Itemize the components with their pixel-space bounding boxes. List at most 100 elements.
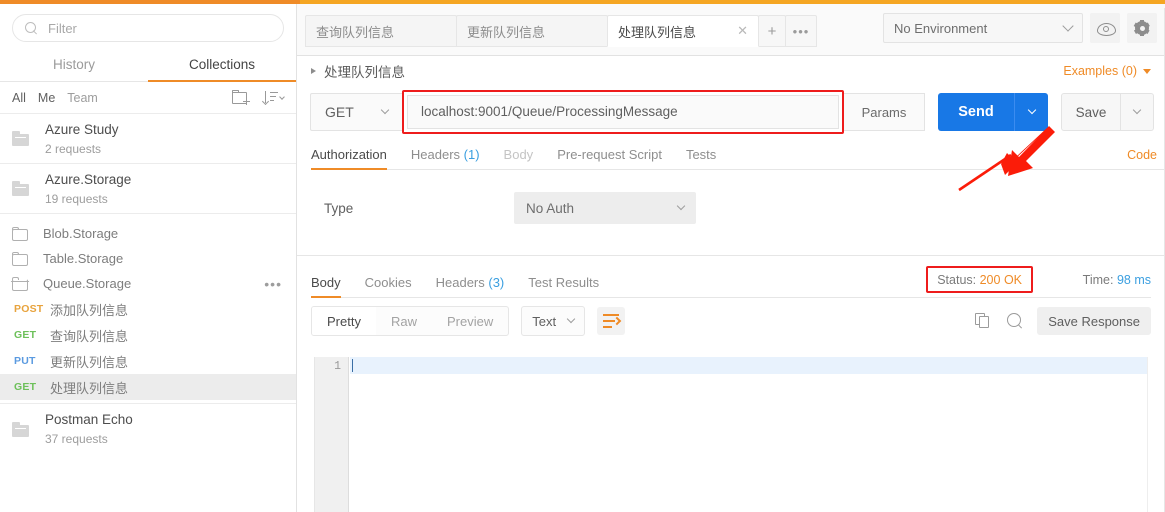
collection-item-postman-echo[interactable]: Postman Echo 37 requests bbox=[0, 404, 296, 454]
scope-me[interactable]: Me bbox=[38, 91, 55, 105]
tab-label: 更新队列信息 bbox=[467, 24, 546, 40]
tab-label: 查询队列信息 bbox=[316, 24, 395, 40]
authorization-pane: Type No Auth bbox=[297, 170, 1165, 256]
collection-request-count: 37 requests bbox=[45, 432, 108, 446]
response-toolbar-actions: Save Response bbox=[975, 307, 1151, 335]
request-section-tabs: Authorization Headers (1) Body Pre-reque… bbox=[297, 138, 1165, 170]
save-options-button[interactable] bbox=[1121, 93, 1154, 131]
new-folder-button[interactable] bbox=[232, 90, 264, 105]
filter-box[interactable] bbox=[12, 14, 284, 42]
open-tab-processing-queue-message[interactable]: 处理队列信息 ✕ bbox=[607, 15, 759, 47]
new-tab-button[interactable]: + bbox=[758, 15, 786, 47]
chevron-right-icon[interactable] bbox=[311, 68, 316, 74]
time-label: Time: bbox=[1082, 273, 1114, 287]
tab-body[interactable]: Body bbox=[504, 147, 534, 170]
tab-options-button[interactable]: ••• bbox=[785, 15, 817, 47]
chevron-down-icon bbox=[380, 105, 390, 115]
examples-dropdown[interactable]: Examples (0) bbox=[1063, 64, 1151, 78]
tab-label: Test Results bbox=[528, 275, 600, 290]
response-body-toolbar: Pretty Raw Preview Text Save Response bbox=[297, 298, 1165, 344]
code-link[interactable]: Code bbox=[1127, 148, 1157, 162]
collection-name: Postman Echo bbox=[45, 412, 133, 427]
environment-quick-look-button[interactable] bbox=[1090, 13, 1120, 43]
collection-list: Azure Study 2 requests Azure.Storage 19 … bbox=[0, 114, 296, 454]
tab-label: 处理队列信息 bbox=[618, 24, 697, 40]
url-input[interactable] bbox=[407, 95, 839, 129]
tab-authorization[interactable]: Authorization bbox=[311, 147, 387, 170]
editor-active-line bbox=[350, 357, 1156, 374]
filter-area bbox=[0, 4, 296, 48]
sidebar-tab-collections[interactable]: Collections bbox=[148, 48, 296, 82]
http-method-select[interactable]: GET bbox=[310, 93, 402, 131]
folder-item-queue-storage[interactable]: Queue.Storage ••• bbox=[0, 271, 296, 296]
open-tab-update-queue-message[interactable]: 更新队列信息 bbox=[456, 15, 608, 47]
save-response-button[interactable]: Save Response bbox=[1037, 307, 1151, 335]
tab-label: Body bbox=[311, 275, 341, 290]
collection-request-count: 2 requests bbox=[45, 141, 102, 156]
auth-type-select[interactable]: No Auth bbox=[514, 192, 696, 224]
environment-settings-button[interactable] bbox=[1127, 13, 1157, 43]
sidebar-tab-history[interactable]: History bbox=[0, 48, 148, 81]
request-item-query-queue-message[interactable]: GET 查询队列信息 bbox=[0, 322, 296, 348]
tab-label: Body bbox=[503, 147, 534, 162]
response-body-editor[interactable]: 1 bbox=[314, 357, 1156, 512]
response-tab-test-results[interactable]: Test Results bbox=[528, 275, 599, 298]
search-icon[interactable] bbox=[1007, 313, 1023, 329]
folder-icon bbox=[12, 421, 31, 437]
copy-icon[interactable] bbox=[975, 313, 991, 329]
send-button[interactable]: Send bbox=[938, 93, 1014, 131]
folder-item-blob-storage[interactable]: Blob.Storage bbox=[0, 221, 296, 246]
eye-icon bbox=[1096, 22, 1116, 36]
folder-label: Queue.Storage bbox=[43, 276, 132, 291]
editor-gutter: 1 bbox=[315, 357, 349, 512]
tab-headers[interactable]: Headers (1) bbox=[411, 147, 480, 170]
scope-all[interactable]: All bbox=[12, 91, 26, 105]
gear-icon bbox=[1134, 20, 1150, 36]
tab-label: Tests bbox=[685, 147, 717, 162]
request-item-processing-queue-message[interactable]: GET 处理队列信息 bbox=[0, 374, 296, 400]
breadcrumb: 处理队列信息 Examples (0) bbox=[297, 56, 1165, 86]
tab-pre-request-script[interactable]: Pre-request Script bbox=[557, 147, 662, 170]
folder-icon bbox=[12, 131, 31, 146]
collection-item-azure-storage[interactable]: Azure.Storage 19 requests bbox=[0, 164, 296, 214]
sort-button[interactable] bbox=[261, 90, 285, 106]
tab-tests[interactable]: Tests bbox=[686, 147, 716, 170]
view-mode-pretty[interactable]: Pretty bbox=[312, 307, 376, 335]
params-button[interactable]: Params bbox=[843, 93, 925, 131]
view-mode-preview[interactable]: Preview bbox=[432, 307, 508, 335]
folder-icon bbox=[12, 226, 30, 241]
environment-controls: No Environment bbox=[883, 13, 1157, 43]
request-item-update-queue-message[interactable]: PUT 更新队列信息 bbox=[0, 348, 296, 374]
collection-item-azure-study[interactable]: Azure Study 2 requests bbox=[0, 114, 296, 164]
close-icon[interactable]: ✕ bbox=[737, 23, 748, 39]
http-method-label: GET bbox=[325, 104, 354, 120]
tab-label: Cookies bbox=[364, 275, 412, 290]
editor-scrollbar[interactable] bbox=[1147, 357, 1156, 512]
request-tab-bar: 查询队列信息 更新队列信息 处理队列信息 ✕ + ••• No Environm… bbox=[297, 4, 1165, 56]
time-value: 98 ms bbox=[1116, 273, 1151, 287]
environment-label: No Environment bbox=[894, 20, 988, 36]
response-tab-body[interactable]: Body bbox=[311, 275, 341, 298]
view-mode-raw[interactable]: Raw bbox=[376, 307, 432, 335]
chevron-down-icon bbox=[1062, 20, 1074, 32]
send-options-button[interactable] bbox=[1014, 93, 1048, 131]
open-tab-query-queue-message[interactable]: 查询队列信息 bbox=[305, 15, 457, 47]
examples-label: Examples (0) bbox=[1063, 64, 1137, 78]
auth-type-row: Type No Auth bbox=[297, 170, 1165, 224]
send-button-group: Send bbox=[938, 93, 1048, 131]
filter-input[interactable] bbox=[48, 20, 271, 36]
save-button-group: Save bbox=[1061, 93, 1154, 131]
word-wrap-button[interactable] bbox=[597, 307, 626, 335]
folder-more-actions[interactable]: ••• bbox=[264, 277, 282, 291]
request-item-add-queue-message[interactable]: POST 添加队列信息 bbox=[0, 296, 296, 322]
response-tab-cookies[interactable]: Cookies bbox=[365, 275, 412, 298]
status-badge: Status: 200 OK bbox=[937, 273, 1022, 287]
save-button[interactable]: Save bbox=[1061, 93, 1121, 131]
scope-team[interactable]: Team bbox=[67, 91, 98, 105]
request-method: GET bbox=[14, 381, 37, 393]
chevron-down-icon bbox=[676, 201, 686, 211]
folder-item-table-storage[interactable]: Table.Storage bbox=[0, 246, 296, 271]
response-format-select[interactable]: Text bbox=[521, 306, 586, 336]
environment-select[interactable]: No Environment bbox=[883, 13, 1083, 43]
response-tab-headers[interactable]: Headers (3) bbox=[436, 275, 505, 298]
